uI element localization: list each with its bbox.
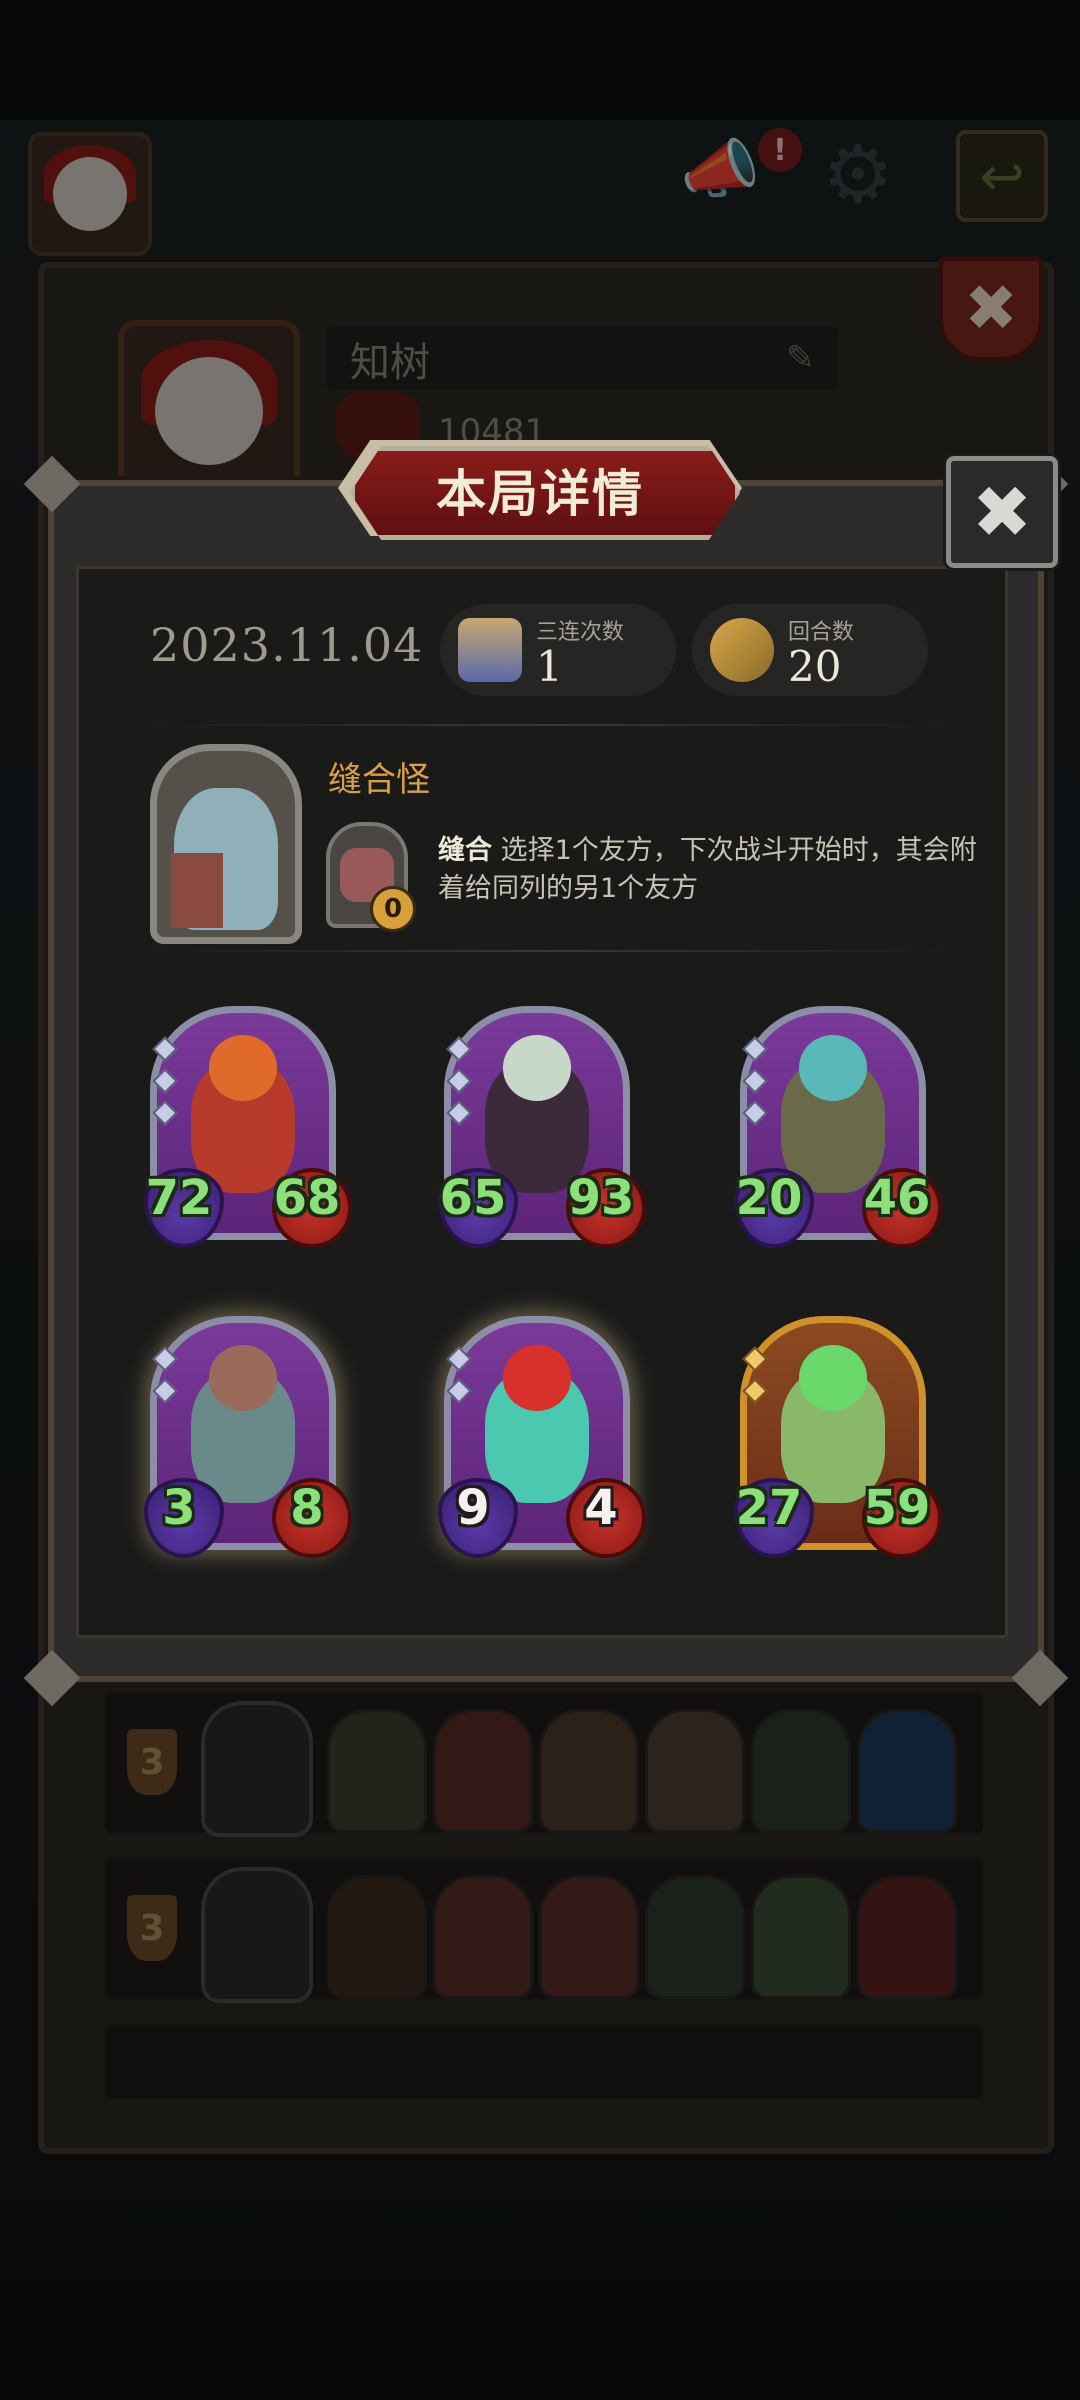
- close-button[interactable]: ✖: [946, 456, 1058, 568]
- unit-attack: 3: [162, 1480, 196, 1536]
- rounds-icon: [710, 618, 774, 682]
- divider: [150, 724, 950, 726]
- unit-card[interactable]: 27 59: [734, 1316, 942, 1558]
- unit-health: 59: [863, 1480, 931, 1536]
- unit-attack: 20: [735, 1170, 803, 1226]
- unit-health: 93: [567, 1170, 635, 1226]
- triples-value: 1: [536, 642, 563, 691]
- unit-card[interactable]: 20 46: [734, 1006, 942, 1248]
- unit-attack: 65: [439, 1170, 507, 1226]
- triples-stat: 三连次数 1: [440, 604, 676, 696]
- modal-title: 本局详情: [436, 465, 644, 523]
- unit-health: 8: [290, 1480, 324, 1536]
- skill-name: 缝合: [438, 835, 492, 866]
- unit-card[interactable]: 65 93: [438, 1006, 646, 1248]
- unit-attack: 9: [456, 1480, 490, 1536]
- rounds-value: 20: [788, 642, 842, 691]
- unit-card[interactable]: 3 8: [144, 1316, 352, 1558]
- unit-attack: 27: [735, 1480, 803, 1536]
- unit-health: 68: [273, 1170, 341, 1226]
- hero-skill-description: 缝合 选择1个友方，下次战斗开始时，其会附着给同列的另1个友方: [438, 832, 978, 908]
- unit-attack: 72: [145, 1170, 213, 1226]
- unit-card[interactable]: 72 68: [144, 1006, 352, 1248]
- unit-card[interactable]: 9 4: [438, 1316, 646, 1558]
- hero-portrait[interactable]: [150, 744, 302, 944]
- skill-text: 选择1个友方，下次战斗开始时，其会附着给同列的另1个友方: [438, 835, 977, 904]
- unit-health: 46: [863, 1170, 931, 1226]
- skill-counter-badge: 0: [370, 886, 416, 932]
- hero-name: 缝合怪: [328, 760, 430, 800]
- rounds-stat: 回合数 20: [692, 604, 928, 696]
- divider: [150, 950, 950, 952]
- unit-health: 4: [584, 1480, 618, 1536]
- match-date: 2023.11.04: [150, 618, 424, 672]
- triple-icon: [458, 618, 522, 682]
